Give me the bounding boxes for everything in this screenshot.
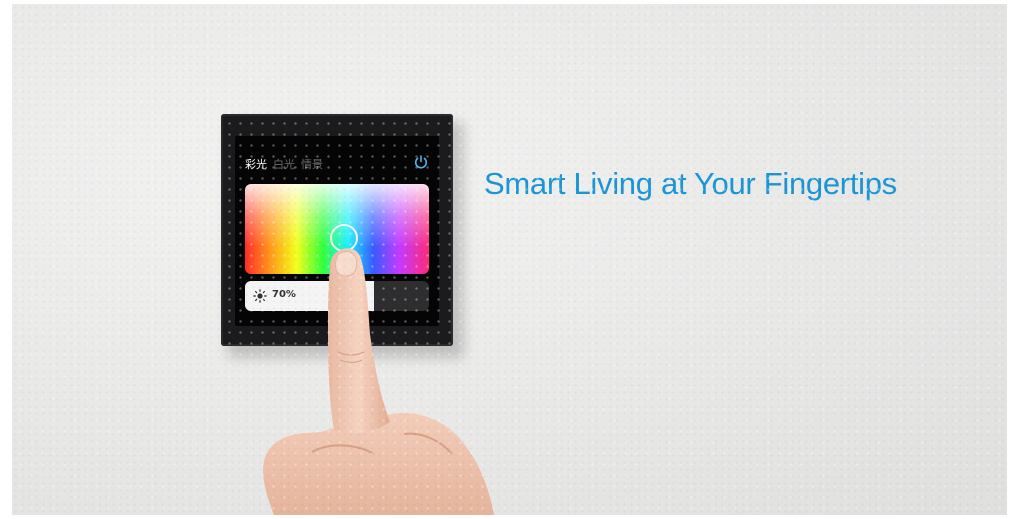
- product-hero-image: 彩光 白光 情景 70% Smart Living at Your Finger…: [12, 4, 1007, 515]
- tab-scene[interactable]: 情景: [301, 156, 323, 172]
- pointing-hand: [263, 248, 494, 515]
- color-picker[interactable]: [245, 184, 429, 274]
- smart-switch-panel: 彩光 白光 情景 70%: [221, 114, 453, 346]
- tagline: Smart Living at Your Fingertips: [484, 166, 897, 201]
- power-icon[interactable]: [413, 154, 429, 170]
- brightness-value: 70%: [272, 289, 296, 300]
- touch-screen: 彩光 白光 情景 70%: [235, 136, 439, 326]
- brightness-slider[interactable]: 70%: [245, 281, 429, 311]
- tab-white-light[interactable]: 白光: [273, 156, 295, 172]
- sun-icon: [253, 289, 267, 303]
- mode-tabs: 彩光 白光 情景: [245, 156, 323, 172]
- tab-color-light[interactable]: 彩光: [245, 156, 267, 172]
- color-selector-handle[interactable]: [330, 224, 358, 252]
